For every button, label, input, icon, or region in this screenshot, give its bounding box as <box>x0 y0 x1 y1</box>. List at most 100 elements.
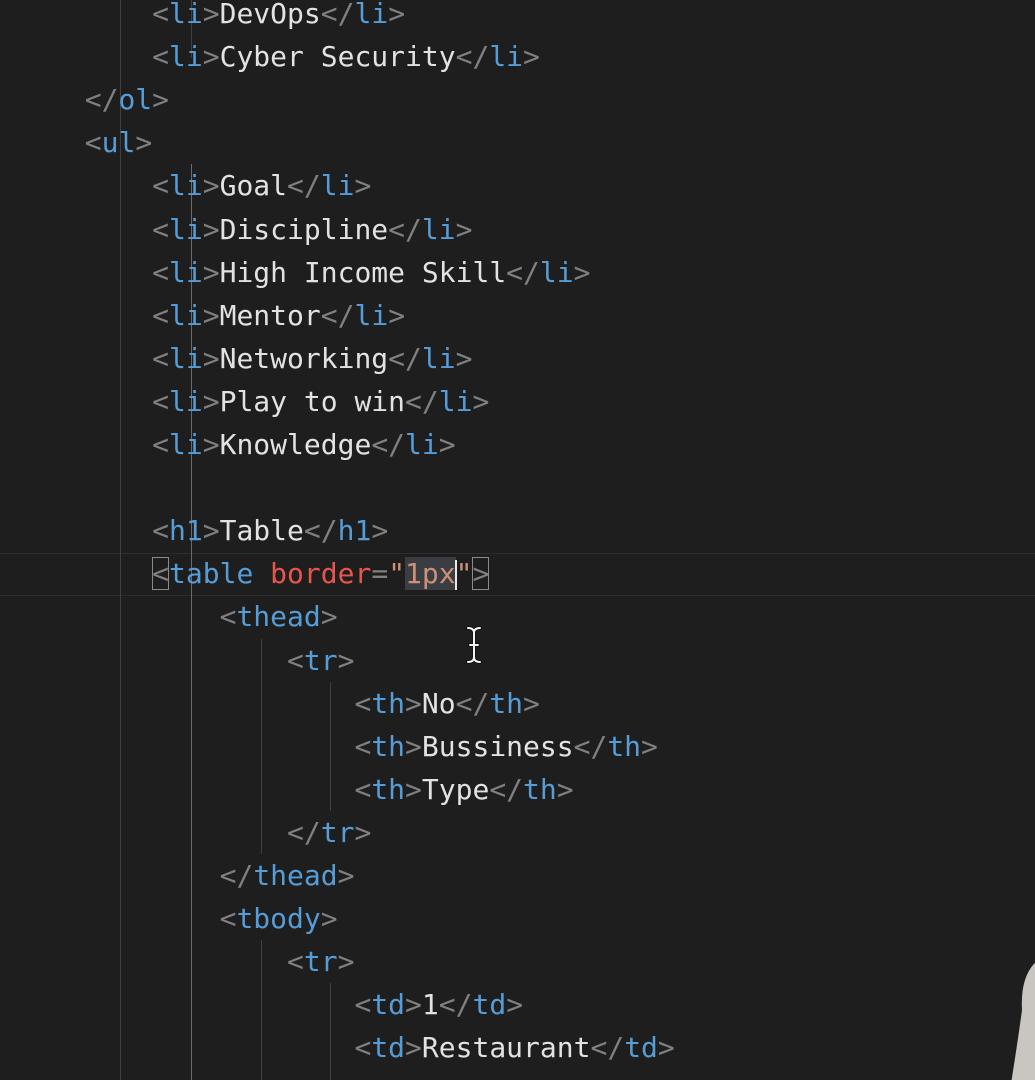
punctuation: > <box>202 298 220 332</box>
code-line[interactable]: <tr> <box>17 940 354 983</box>
tag-name: li <box>405 428 439 461</box>
tag-name: li <box>169 384 203 418</box>
tag-name: li <box>169 255 203 289</box>
tag-name: li <box>320 169 355 203</box>
code-line[interactable]: <tbody> <box>17 897 338 940</box>
webcam-person-edge <box>1011 962 1035 1080</box>
tag-name: th <box>371 772 406 806</box>
punctuation: > <box>135 126 153 160</box>
punctuation: > <box>202 341 220 375</box>
punctuation: </ <box>287 169 321 203</box>
punctuation: < <box>354 1031 372 1065</box>
tag-name: thead <box>253 859 338 892</box>
punctuation: > <box>337 859 355 892</box>
tag-name: li <box>489 40 524 74</box>
code-line[interactable]: <li>Mentor</li> <box>17 294 405 337</box>
code-line[interactable]: <thead> <box>17 595 338 638</box>
code-line[interactable]: <li>Play to win</li> <box>17 380 489 423</box>
tag-name: li <box>354 0 389 30</box>
punctuation: </ <box>590 1031 625 1065</box>
code-line[interactable]: <li>Networking</li> <box>17 337 472 380</box>
code-line[interactable]: <li>DevOps</li> <box>17 0 405 35</box>
element-text: Goal <box>219 169 288 203</box>
code-line[interactable]: <th>Type</th> <box>17 768 573 811</box>
punctuation: > <box>438 428 456 461</box>
punctuation: </ <box>388 212 422 246</box>
punctuation: > <box>337 945 355 979</box>
tag-name: li <box>169 169 203 203</box>
matched-bracket: < <box>287 643 304 677</box>
punctuation: < <box>354 988 372 1022</box>
code-line[interactable]: <th>Bussiness</th> <box>17 725 657 768</box>
matched-bracket: < <box>219 902 237 936</box>
punctuation: < <box>152 0 170 30</box>
punctuation: > <box>523 40 540 74</box>
punctuation: > <box>455 212 473 246</box>
punctuation: > <box>523 686 540 720</box>
punctuation: </ <box>438 988 473 1022</box>
punctuation: > <box>202 384 220 418</box>
code-line[interactable]: <h1>Table</h1> <box>17 509 388 552</box>
punctuation: > <box>320 902 338 936</box>
matched-bracket: < <box>287 945 304 979</box>
punctuation: < <box>354 686 372 720</box>
code-line[interactable]: <ul> <box>17 121 152 164</box>
code-line[interactable]: <li>Cyber Security</li> <box>17 35 540 78</box>
code-line[interactable]: <td>Restaurant</td> <box>17 1026 674 1069</box>
punctuation: > <box>573 255 591 289</box>
code-line[interactable]: </ol> <box>17 78 169 121</box>
element-text: Type <box>421 772 490 806</box>
string-quote: " <box>388 557 406 591</box>
code-line[interactable]: <td>1</td> <box>17 983 523 1026</box>
code-line[interactable]: </thead> <box>17 854 355 897</box>
matched-bracket: < <box>84 126 102 160</box>
punctuation: > <box>354 815 372 849</box>
code-line[interactable] <box>17 466 34 509</box>
code-editor[interactable]: <li>DevOps</li> <li>Cyber Security</li> … <box>0 0 1035 1080</box>
tag-name: li <box>169 212 203 246</box>
code-line[interactable]: <li>Discipline</li> <box>17 208 472 251</box>
code-line[interactable]: <li>Goal</li> <box>17 164 371 207</box>
element-text: Discipline <box>219 212 389 246</box>
code-line[interactable]: <tr> <box>17 639 354 682</box>
tag-name: th <box>523 772 557 806</box>
tag-name: td <box>371 988 406 1022</box>
code-line[interactable]: </tr> <box>17 811 371 854</box>
punctuation: > <box>354 169 372 203</box>
tag-name: td <box>624 1031 658 1065</box>
code-line[interactable]: <table border="1px"> <box>17 552 490 595</box>
code-line[interactable]: <th>No</th> <box>17 682 540 725</box>
punctuation: </ <box>84 83 119 117</box>
punctuation: > <box>337 643 355 677</box>
code-line[interactable]: <li>Knowledge</li> <box>17 423 455 466</box>
element-text: Bussiness <box>421 729 574 763</box>
tag-name: tr <box>303 945 338 979</box>
punctuation: > <box>202 212 220 246</box>
punctuation: > <box>202 255 220 289</box>
punctuation: </ <box>489 772 524 806</box>
punctuation: </ <box>371 428 406 461</box>
punctuation: > <box>202 169 220 203</box>
tag-name: ul <box>101 126 136 160</box>
code-line[interactable]: <li>High Income Skill</li> <box>17 251 590 294</box>
punctuation: > <box>405 729 422 763</box>
tag-name: th <box>371 686 406 720</box>
punctuation: < <box>354 772 372 806</box>
punctuation: < <box>152 255 170 289</box>
punctuation: </ <box>219 859 254 892</box>
tag-name: td <box>371 1031 406 1065</box>
